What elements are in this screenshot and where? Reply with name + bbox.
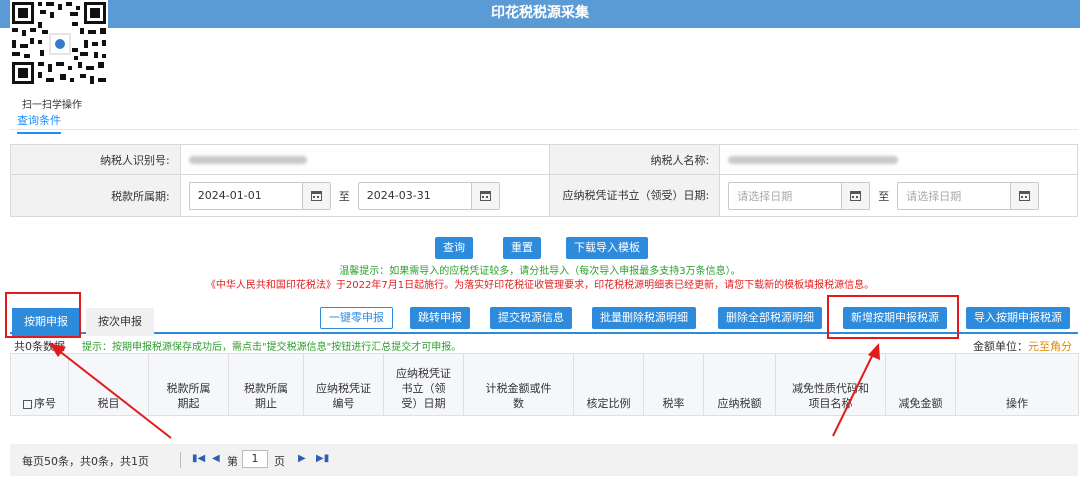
column-header: 税率 xyxy=(643,353,704,416)
column-header: 税款所属期止 xyxy=(228,353,304,416)
taxpayer-name-label: 纳税人名称: xyxy=(549,144,721,175)
tax-source-table: 序号 税目 税款所属期起 税款所属期止 应纳税凭证编号 应纳税凭证书立（领受）日… xyxy=(10,353,1079,416)
column-header: 计税金额或件数 xyxy=(463,353,574,416)
annotation-box-add-button xyxy=(827,295,959,339)
query-button[interactable]: 查询 xyxy=(435,237,473,259)
annotation-box-periodic-tab xyxy=(5,292,81,338)
tab-per-time-declare[interactable]: 按次申报 xyxy=(86,308,154,336)
submit-tax-source-button[interactable]: 提交税源信息 xyxy=(490,307,572,329)
column-header: 核定比例 xyxy=(573,353,644,416)
pagination-divider xyxy=(180,452,181,468)
column-header-index[interactable]: 序号 xyxy=(10,353,69,416)
column-header: 操作 xyxy=(955,353,1079,416)
period-label: 税款所属期: xyxy=(10,174,181,217)
page-prefix: 第 xyxy=(227,455,238,468)
period-end-input[interactable]: 2024-03-31 xyxy=(357,181,500,210)
first-page-icon[interactable]: ▮◀ xyxy=(192,453,205,464)
next-page-icon[interactable]: ▶ xyxy=(298,453,306,464)
pagination-info: 每页50条，共0条，共1页 xyxy=(22,455,149,468)
page-suffix: 页 xyxy=(274,455,285,468)
period-start-value: 2024-01-01 xyxy=(197,189,262,202)
qr-code-icon xyxy=(10,0,108,86)
jump-declare-button[interactable]: 跳转申报 xyxy=(410,307,470,329)
column-header: 应纳税凭证编号 xyxy=(303,353,384,416)
zero-declare-button[interactable]: 一键零申报 xyxy=(320,307,393,329)
voucher-date-end-placeholder: 请选择日期 xyxy=(906,189,962,203)
query-form: 纳税人识别号: 纳税人名称: 税款所属期: 2024-01-01 至 2024-… xyxy=(10,144,1078,217)
page-title: 印花税税源采集 xyxy=(491,5,589,21)
column-header: 税款所属期起 xyxy=(148,353,229,416)
last-page-icon[interactable]: ▶▮ xyxy=(316,453,329,464)
calendar-icon[interactable] xyxy=(301,182,330,209)
import-periodic-source-button[interactable]: 导入按期申报税源 xyxy=(966,307,1070,329)
qr-caption: 扫一扫学操作 xyxy=(22,100,82,111)
tab-divider xyxy=(10,129,1078,130)
to-separator: 至 xyxy=(878,189,890,203)
pagination-bar: 每页50条，共0条，共1页 ▮◀ ◀ 第 1 页 ▶ ▶▮ xyxy=(10,444,1078,476)
taxpayer-id-label: 纳税人识别号: xyxy=(10,144,181,175)
voucher-date-start-placeholder: 请选择日期 xyxy=(737,189,793,203)
amount-unit: 金额单位：元至角分 xyxy=(973,338,1072,354)
batch-delete-button[interactable]: 批量删除税源明细 xyxy=(592,307,696,329)
reset-button[interactable]: 重置 xyxy=(503,237,541,259)
voucher-date-label: 应纳税凭证书立（领受）日期: xyxy=(549,174,721,217)
download-template-button[interactable]: 下载导入模板 xyxy=(566,237,648,259)
prev-page-icon[interactable]: ◀ xyxy=(212,453,220,464)
delete-all-button[interactable]: 删除全部税源明细 xyxy=(718,307,822,329)
taxpayer-id-value xyxy=(179,144,551,175)
calendar-icon[interactable] xyxy=(470,182,499,209)
law-notice: 《中华人民共和国印花税法》于2022年7月1日起施行。为落实好印花税征收管理要求… xyxy=(205,280,875,291)
to-separator: 至 xyxy=(338,189,350,203)
page-number-input[interactable]: 1 xyxy=(242,450,268,468)
column-header: 税目 xyxy=(68,353,149,416)
import-tip: 温馨提示：如果需导入的应税凭证较多，请分批导入（每次导入申报最多支持3万条信息）… xyxy=(339,266,741,277)
column-header: 应纳税额 xyxy=(703,353,776,416)
column-header: 应纳税凭证书立（领受）日期 xyxy=(383,353,464,416)
amount-unit-label: 金额单位： xyxy=(973,340,1028,353)
submit-hint: 提示：按期申报税源保存成功后，需点击"提交税源信息"按钮进行汇总提交才可申报。 xyxy=(82,342,462,353)
record-count: 共0条数据 xyxy=(14,340,65,353)
period-end-value: 2024-03-31 xyxy=(366,189,431,202)
column-header: 减免性质代码和项目名称 xyxy=(775,353,886,416)
voucher-date-start-input[interactable]: 请选择日期 xyxy=(728,181,871,210)
tab-query-conditions[interactable]: 查询条件 xyxy=(17,112,61,134)
calendar-icon[interactable] xyxy=(1010,182,1039,209)
select-all-checkbox[interactable] xyxy=(23,399,32,409)
taxpayer-name-value xyxy=(719,144,1078,175)
voucher-date-end-input[interactable]: 请选择日期 xyxy=(897,181,1040,210)
voucher-date-range: 请选择日期 至 请选择日期 xyxy=(719,174,1078,217)
calendar-icon[interactable] xyxy=(841,182,870,209)
amount-unit-value: 元至角分 xyxy=(1028,340,1072,353)
period-range: 2024-01-01 至 2024-03-31 xyxy=(179,174,551,217)
period-start-input[interactable]: 2024-01-01 xyxy=(188,181,331,210)
column-header: 减免金额 xyxy=(885,353,956,416)
